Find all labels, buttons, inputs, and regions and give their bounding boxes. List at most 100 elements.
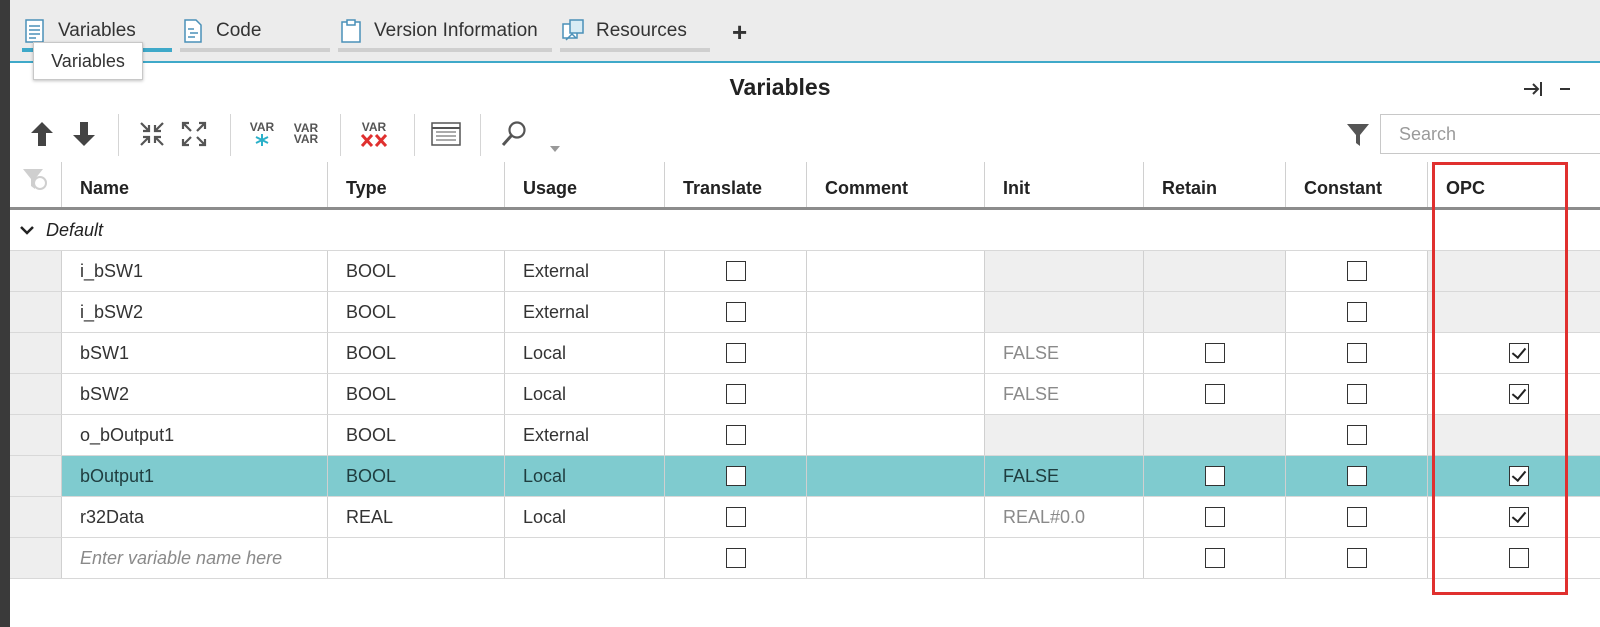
- tab-resources[interactable]: Resources: [560, 14, 710, 52]
- table-row[interactable]: o_bOutput1 BOOL External: [10, 415, 1600, 456]
- tab-code[interactable]: Code: [180, 14, 330, 52]
- constant-checkbox[interactable]: [1346, 261, 1367, 281]
- column-header-type[interactable]: Type: [328, 162, 505, 207]
- usage-cell[interactable]: External: [505, 415, 665, 455]
- comment-cell[interactable]: [807, 538, 985, 578]
- usage-cell[interactable]: Local: [505, 456, 665, 496]
- usage-cell[interactable]: External: [505, 292, 665, 332]
- search-input[interactable]: [1380, 114, 1600, 154]
- type-cell[interactable]: BOOL: [328, 251, 505, 291]
- comment-cell[interactable]: [807, 374, 985, 414]
- opc-checkbox[interactable]: [1508, 343, 1529, 363]
- column-header-constant[interactable]: Constant: [1286, 162, 1428, 207]
- name-cell[interactable]: r32Data: [62, 497, 328, 537]
- usage-cell[interactable]: Local: [505, 333, 665, 373]
- retain-checkbox[interactable]: [1204, 466, 1225, 486]
- column-header-usage[interactable]: Usage: [505, 162, 665, 207]
- table-view-button[interactable]: [430, 118, 462, 150]
- row-selector[interactable]: [10, 292, 62, 332]
- constant-checkbox[interactable]: [1346, 384, 1367, 404]
- retain-checkbox[interactable]: [1204, 343, 1225, 363]
- init-cell[interactable]: FALSE: [985, 456, 1144, 496]
- init-cell[interactable]: FALSE: [985, 374, 1144, 414]
- constant-checkbox[interactable]: [1346, 466, 1367, 486]
- row-selector[interactable]: [10, 497, 62, 537]
- usage-cell[interactable]: Local: [505, 497, 665, 537]
- init-cell[interactable]: [985, 538, 1144, 578]
- table-row[interactable]: bSW1 BOOL Local FALSE: [10, 333, 1600, 374]
- opc-checkbox[interactable]: [1508, 384, 1529, 404]
- translate-checkbox[interactable]: [725, 343, 746, 363]
- column-header-translate[interactable]: Translate: [665, 162, 807, 207]
- new-variable-name-input[interactable]: Enter variable name here: [62, 538, 328, 578]
- comment-cell[interactable]: [807, 456, 985, 496]
- comment-cell[interactable]: [807, 497, 985, 537]
- retain-checkbox[interactable]: [1204, 507, 1225, 527]
- constant-checkbox[interactable]: [1346, 425, 1367, 445]
- filter-icon[interactable]: [1346, 122, 1370, 148]
- opc-checkbox[interactable]: [1508, 548, 1529, 568]
- translate-checkbox[interactable]: [725, 302, 746, 322]
- new-variable-row[interactable]: Enter variable name here: [10, 538, 1600, 579]
- init-cell[interactable]: FALSE: [985, 333, 1144, 373]
- name-cell[interactable]: i_bSW2: [62, 292, 328, 332]
- comment-cell[interactable]: [807, 251, 985, 291]
- column-header-init[interactable]: Init: [985, 162, 1144, 207]
- translate-checkbox[interactable]: [725, 425, 746, 445]
- translate-checkbox[interactable]: [725, 261, 746, 281]
- name-cell[interactable]: o_bOutput1: [62, 415, 328, 455]
- init-cell[interactable]: REAL#0.0: [985, 497, 1144, 537]
- init-cell[interactable]: [985, 292, 1144, 332]
- comment-cell[interactable]: [807, 292, 985, 332]
- constant-checkbox[interactable]: [1346, 343, 1367, 363]
- table-row[interactable]: bSW2 BOOL Local FALSE: [10, 374, 1600, 415]
- add-tab-button[interactable]: +: [732, 18, 747, 46]
- row-selector[interactable]: [10, 538, 62, 578]
- table-row[interactable]: i_bSW2 BOOL External: [10, 292, 1600, 333]
- translate-checkbox[interactable]: [725, 548, 746, 568]
- usage-cell[interactable]: Local: [505, 374, 665, 414]
- add-variable-button[interactable]: VAR: [246, 118, 278, 150]
- translate-checkbox[interactable]: [725, 384, 746, 404]
- insert-variable-button[interactable]: VAR VAR: [290, 118, 322, 150]
- type-cell[interactable]: REAL: [328, 497, 505, 537]
- type-cell[interactable]: BOOL: [328, 374, 505, 414]
- column-header-comment[interactable]: Comment: [807, 162, 985, 207]
- comment-cell[interactable]: [807, 333, 985, 373]
- tab-version-information[interactable]: Version Information: [338, 14, 552, 52]
- name-cell[interactable]: bSW2: [62, 374, 328, 414]
- row-selector[interactable]: [10, 374, 62, 414]
- constant-checkbox[interactable]: [1346, 507, 1367, 527]
- collapse-all-button[interactable]: [136, 118, 168, 150]
- table-row[interactable]: bOutput1 BOOL Local FALSE: [10, 456, 1600, 497]
- type-cell[interactable]: BOOL: [328, 333, 505, 373]
- retain-checkbox[interactable]: [1204, 384, 1225, 404]
- table-row[interactable]: i_bSW1 BOOL External: [10, 251, 1600, 292]
- expand-all-button[interactable]: [178, 118, 210, 150]
- opc-checkbox[interactable]: [1508, 507, 1529, 527]
- type-cell[interactable]: BOOL: [328, 415, 505, 455]
- opc-checkbox[interactable]: [1508, 466, 1529, 486]
- row-selector[interactable]: [10, 251, 62, 291]
- pin-icon[interactable]: [1522, 78, 1544, 100]
- type-cell[interactable]: [328, 538, 505, 578]
- group-row-default[interactable]: Default: [10, 210, 1600, 251]
- translate-checkbox[interactable]: [725, 507, 746, 527]
- constant-checkbox[interactable]: [1346, 548, 1367, 568]
- find-button[interactable]: [498, 118, 530, 150]
- row-selector[interactable]: [10, 456, 62, 496]
- table-row[interactable]: r32Data REAL Local REAL#0.0: [10, 497, 1600, 538]
- dropdown-caret-icon[interactable]: [550, 146, 560, 152]
- name-cell[interactable]: bOutput1: [62, 456, 328, 496]
- header-filter-cell[interactable]: [10, 162, 62, 207]
- row-selector[interactable]: [10, 415, 62, 455]
- minimize-icon[interactable]: [1560, 88, 1570, 90]
- retain-checkbox[interactable]: [1204, 548, 1225, 568]
- move-up-button[interactable]: [26, 118, 58, 150]
- init-cell[interactable]: [985, 415, 1144, 455]
- column-header-opc[interactable]: OPC: [1428, 162, 1600, 207]
- move-down-button[interactable]: [68, 118, 100, 150]
- row-selector[interactable]: [10, 333, 62, 373]
- usage-cell[interactable]: [505, 538, 665, 578]
- delete-variable-button[interactable]: VAR: [358, 118, 390, 150]
